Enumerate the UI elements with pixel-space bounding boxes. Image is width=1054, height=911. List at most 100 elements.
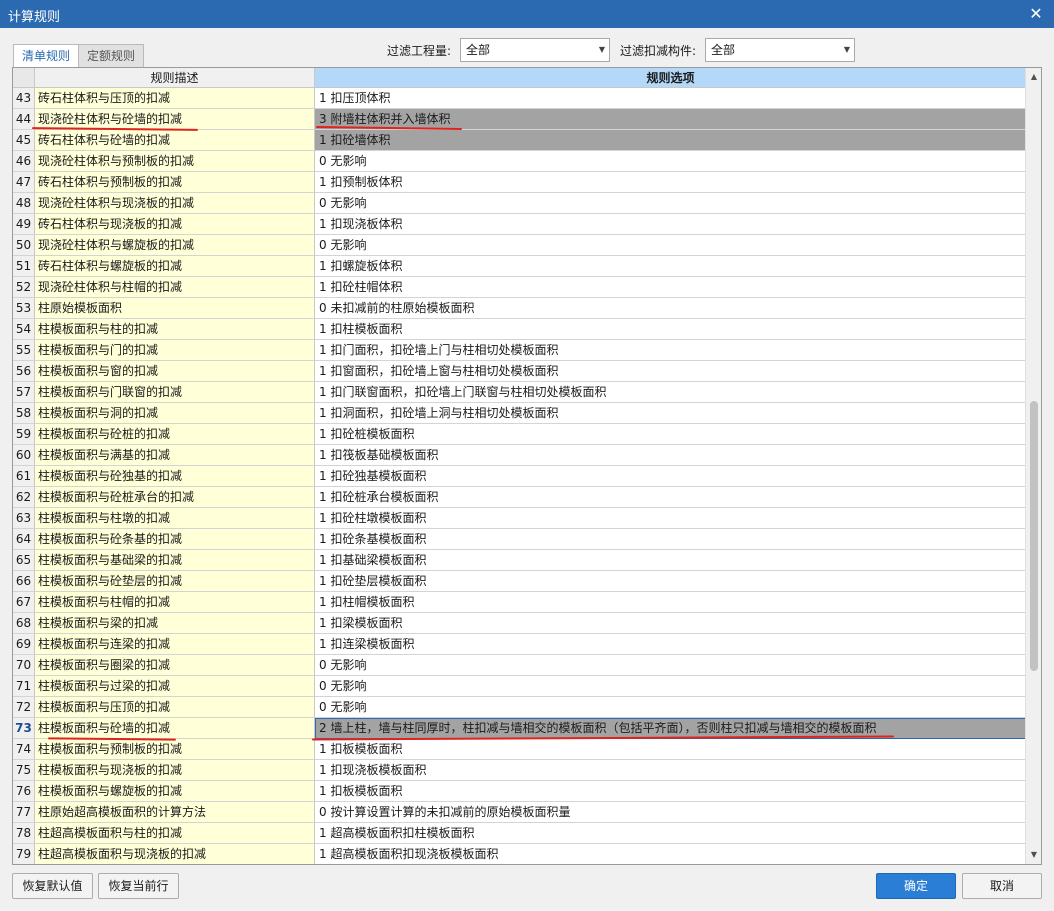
rule-option-cell[interactable]: 1 超高模板面积扣现浇板模板面积	[315, 844, 1026, 864]
row-number: 48	[13, 193, 35, 214]
table-row[interactable]: 79 柱超高模板面积与现浇板的扣减 1 超高模板面积扣现浇板模板面积	[13, 844, 1026, 864]
rule-option-cell[interactable]: 1 扣砼墙体积	[315, 130, 1026, 151]
rule-option-cell[interactable]: 0 按计算设置计算的未扣减前的原始模板面积量	[315, 802, 1026, 823]
scroll-up-icon[interactable]: ▲	[1026, 70, 1041, 84]
table-row[interactable]: 69 柱模板面积与连梁的扣减 1 扣连梁模板面积	[13, 634, 1026, 655]
table-row[interactable]: 45 砖石柱体积与砼墙的扣减 1 扣砼墙体积	[13, 130, 1026, 151]
rule-option-cell[interactable]: 0 无影响	[315, 151, 1026, 172]
tab-list-rules[interactable]: 清单规则	[13, 44, 80, 69]
rule-option-cell[interactable]: 1 扣砼独基模板面积	[315, 466, 1026, 487]
table-row[interactable]: 47 砖石柱体积与预制板的扣减 1 扣预制板体积	[13, 172, 1026, 193]
table-row[interactable]: 53 柱原始模板面积 0 未扣减前的柱原始模板面积	[13, 298, 1026, 319]
cancel-button[interactable]: 取消	[962, 873, 1042, 899]
table-row[interactable]: 48 现浇砼柱体积与现浇板的扣减 0 无影响	[13, 193, 1026, 214]
rule-option-cell[interactable]: 1 扣压顶体积	[315, 88, 1026, 109]
rule-option-cell[interactable]: 1 超高模板面积扣柱模板面积	[315, 823, 1026, 844]
table-row[interactable]: 54 柱模板面积与柱的扣减 1 扣柱模板面积	[13, 319, 1026, 340]
rule-option-cell[interactable]: 1 扣洞面积，扣砼墙上洞与柱相切处模板面积	[315, 403, 1026, 424]
table-row[interactable]: 59 柱模板面积与砼桩的扣减 1 扣砼桩模板面积	[13, 424, 1026, 445]
rule-option-cell[interactable]: 1 扣砼垫层模板面积	[315, 571, 1026, 592]
rule-option-cell[interactable]: 0 未扣减前的柱原始模板面积	[315, 298, 1026, 319]
rule-description-cell: 柱模板面积与压顶的扣减	[35, 697, 315, 718]
table-row[interactable]: 77 柱原始超高模板面积的计算方法 0 按计算设置计算的未扣减前的原始模板面积量	[13, 802, 1026, 823]
table-row[interactable]: 46 现浇砼柱体积与预制板的扣减 0 无影响	[13, 151, 1026, 172]
table-row[interactable]: 55 柱模板面积与门的扣减 1 扣门面积，扣砼墙上门与柱相切处模板面积	[13, 340, 1026, 361]
table-row[interactable]: 70 柱模板面积与圈梁的扣减 0 无影响	[13, 655, 1026, 676]
row-number: 57	[13, 382, 35, 403]
rule-option-cell[interactable]: 0 无影响	[315, 676, 1026, 697]
rule-description-cell: 现浇砼柱体积与柱帽的扣减	[35, 277, 315, 298]
rule-option-cell[interactable]: 1 扣砼桩模板面积	[315, 424, 1026, 445]
rule-option-cell[interactable]: 1 扣柱帽模板面积	[315, 592, 1026, 613]
table-row[interactable]: 71 柱模板面积与过梁的扣减 0 无影响	[13, 676, 1026, 697]
row-number: 43	[13, 88, 35, 109]
rule-option-cell[interactable]: 1 扣现浇板模板面积	[315, 760, 1026, 781]
rule-description-cell: 柱模板面积与梁的扣减	[35, 613, 315, 634]
rule-option-cell[interactable]: 1 扣筏板基础模板面积	[315, 445, 1026, 466]
rule-option-cell[interactable]: 1 扣预制板体积	[315, 172, 1026, 193]
table-row[interactable]: 49 砖石柱体积与现浇板的扣减 1 扣现浇板体积	[13, 214, 1026, 235]
rule-option-cell[interactable]: 1 扣砼柱帽体积	[315, 277, 1026, 298]
table-row[interactable]: 56 柱模板面积与窗的扣减 1 扣窗面积，扣砼墙上窗与柱相切处模板面积	[13, 361, 1026, 382]
table-row[interactable]: 52 现浇砼柱体积与柱帽的扣减 1 扣砼柱帽体积	[13, 277, 1026, 298]
rule-option-cell[interactable]: 1 扣梁模板面积	[315, 613, 1026, 634]
scrollbar-thumb[interactable]	[1030, 401, 1038, 671]
rule-option-cell[interactable]: 1 扣砼柱墩模板面积	[315, 508, 1026, 529]
row-number: 59	[13, 424, 35, 445]
close-icon[interactable]: ✕	[1024, 2, 1048, 26]
rule-option-cell[interactable]: 1 扣基础梁模板面积	[315, 550, 1026, 571]
rule-description-cell: 柱模板面积与基础梁的扣减	[35, 550, 315, 571]
filter-component-label: 过滤扣减构件:	[620, 44, 697, 58]
rule-option-cell[interactable]: 1 扣砼桩承台模板面积	[315, 487, 1026, 508]
row-number: 68	[13, 613, 35, 634]
table-row[interactable]: 67 柱模板面积与柱帽的扣减 1 扣柱帽模板面积	[13, 592, 1026, 613]
rule-option-cell[interactable]: 0 无影响	[315, 697, 1026, 718]
table-row[interactable]: 75 柱模板面积与现浇板的扣减 1 扣现浇板模板面积	[13, 760, 1026, 781]
rule-option-cell[interactable]: 0 无影响	[315, 235, 1026, 256]
rule-option-cell[interactable]: 1 扣现浇板体积	[315, 214, 1026, 235]
rule-description-cell: 柱模板面积与螺旋板的扣减	[35, 781, 315, 802]
table-row[interactable]: 51 砖石柱体积与螺旋板的扣减 1 扣螺旋板体积	[13, 256, 1026, 277]
table-row[interactable]: 62 柱模板面积与砼桩承台的扣减 1 扣砼桩承台模板面积	[13, 487, 1026, 508]
rule-description-cell: 柱模板面积与门联窗的扣减	[35, 382, 315, 403]
table-row[interactable]: 76 柱模板面积与螺旋板的扣减 1 扣板模板面积	[13, 781, 1026, 802]
table-row[interactable]: 50 现浇砼柱体积与螺旋板的扣减 0 无影响	[13, 235, 1026, 256]
filter-component-select[interactable]: 全部 ▼	[705, 38, 855, 62]
rule-option-cell[interactable]: 0 无影响	[315, 193, 1026, 214]
rule-option-cell[interactable]: 1 扣板模板面积	[315, 739, 1026, 760]
table-row[interactable]: 58 柱模板面积与洞的扣减 1 扣洞面积，扣砼墙上洞与柱相切处模板面积	[13, 403, 1026, 424]
rules-grid: 规则描述 规则选项 43 砖石柱体积与压顶的扣减 1 扣压顶体积 44 现浇砼柱体积与砼…	[12, 67, 1042, 865]
table-row[interactable]: 61 柱模板面积与砼独基的扣减 1 扣砼独基模板面积	[13, 466, 1026, 487]
table-row[interactable]: 63 柱模板面积与柱墩的扣减 1 扣砼柱墩模板面积	[13, 508, 1026, 529]
table-row[interactable]: 57 柱模板面积与门联窗的扣减 1 扣门联窗面积，扣砼墙上门联窗与柱相切处模板面积	[13, 382, 1026, 403]
rule-option-cell[interactable]: 1 扣门联窗面积，扣砼墙上门联窗与柱相切处模板面积	[315, 382, 1026, 403]
rule-option-cell[interactable]: 1 扣连梁模板面积	[315, 634, 1026, 655]
table-row[interactable]: 64 柱模板面积与砼条基的扣减 1 扣砼条基模板面积	[13, 529, 1026, 550]
table-row[interactable]: 68 柱模板面积与梁的扣减 1 扣梁模板面积	[13, 613, 1026, 634]
rule-option-cell[interactable]: 1 扣螺旋板体积	[315, 256, 1026, 277]
table-row[interactable]: 60 柱模板面积与满基的扣减 1 扣筏板基础模板面积	[13, 445, 1026, 466]
rule-description-cell: 柱模板面积与砼条基的扣减	[35, 529, 315, 550]
filter-quantity-select[interactable]: 全部 ▼	[460, 38, 610, 62]
table-row[interactable]: 78 柱超高模板面积与柱的扣减 1 超高模板面积扣柱模板面积	[13, 823, 1026, 844]
restore-default-button[interactable]: 恢复默认值	[12, 873, 93, 899]
rule-option-cell[interactable]: 1 扣板模板面积	[315, 781, 1026, 802]
rule-option-cell[interactable]: 1 扣门面积，扣砼墙上门与柱相切处模板面积	[315, 340, 1026, 361]
table-row[interactable]: 72 柱模板面积与压顶的扣减 0 无影响	[13, 697, 1026, 718]
rule-option-cell[interactable]: 1 扣柱模板面积	[315, 319, 1026, 340]
filter-quantity-label: 过滤工程量:	[387, 44, 452, 58]
rule-option-cell[interactable]: 0 无影响	[315, 655, 1026, 676]
restore-current-row-button[interactable]: 恢复当前行	[98, 873, 179, 899]
tab-quota-rules[interactable]: 定额规则	[78, 44, 145, 68]
rule-description-cell: 砖石柱体积与压顶的扣减	[35, 88, 315, 109]
rule-option-cell[interactable]: 1 扣砼条基模板面积	[315, 529, 1026, 550]
ok-button[interactable]: 确定	[876, 873, 956, 899]
rule-option-cell[interactable]: 1 扣窗面积，扣砼墙上窗与柱相切处模板面积	[315, 361, 1026, 382]
vertical-scrollbar[interactable]: ▲ ▼	[1025, 68, 1041, 864]
table-row[interactable]: 43 砖石柱体积与压顶的扣减 1 扣压顶体积	[13, 88, 1026, 109]
table-row[interactable]: 66 柱模板面积与砼垫层的扣减 1 扣砼垫层模板面积	[13, 571, 1026, 592]
scroll-down-icon[interactable]: ▼	[1026, 848, 1041, 862]
table-row[interactable]: 65 柱模板面积与基础梁的扣减 1 扣基础梁模板面积	[13, 550, 1026, 571]
table-row[interactable]: 74 柱模板面积与预制板的扣减 1 扣板模板面积	[13, 739, 1026, 760]
table-row[interactable]: 44 现浇砼柱体积与砼墙的扣减 3 附墙柱体积并入墙体积	[13, 109, 1026, 130]
